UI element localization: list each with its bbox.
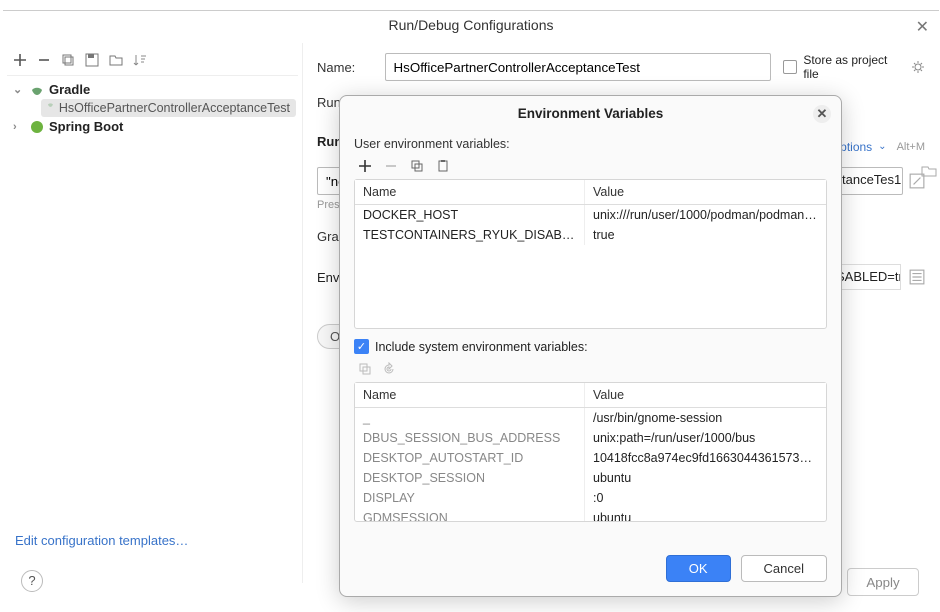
chevron-right-icon: › xyxy=(13,121,25,133)
add-icon[interactable] xyxy=(13,53,27,67)
var-name: _ xyxy=(355,408,585,428)
chevron-down-icon: ⌄ xyxy=(13,83,25,96)
var-name: DISPLAY xyxy=(355,488,585,508)
var-name[interactable]: DOCKER_HOST xyxy=(355,205,585,225)
env-dialog-title-text: Environment Variables xyxy=(518,106,664,121)
checkbox-icon xyxy=(783,60,797,74)
revert-icon[interactable] xyxy=(382,362,396,376)
folder-open-icon[interactable] xyxy=(921,163,939,179)
sort-icon[interactable] xyxy=(133,53,147,67)
copy-icon[interactable] xyxy=(61,53,75,67)
cancel-button[interactable]: Cancel xyxy=(741,555,827,582)
var-name: DESKTOP_AUTOSTART_ID xyxy=(355,448,585,468)
checkbox-checked-icon: ✓ xyxy=(354,339,369,354)
var-value: ubuntu xyxy=(585,468,826,488)
include-label: Include system environment variables: xyxy=(375,340,588,354)
tree-node-gradle-child[interactable]: HsOfficePartnerControllerAcceptanceTest xyxy=(41,99,296,117)
list-icon[interactable] xyxy=(909,269,925,285)
table-header: Name Value xyxy=(355,383,826,408)
folder-icon[interactable] xyxy=(109,53,123,67)
table-row[interactable]: _/usr/bin/gnome-session xyxy=(355,408,826,428)
user-vars-toolbar xyxy=(354,157,827,179)
var-value[interactable]: true xyxy=(585,225,826,245)
dialog-title-text: Run/Debug Configurations xyxy=(389,17,554,33)
store-as-project-file[interactable]: Store as project file xyxy=(783,53,925,81)
ok-button[interactable]: OK xyxy=(666,555,731,582)
name-label: Name: xyxy=(317,60,373,75)
gradle-icon xyxy=(47,101,54,115)
table-row[interactable]: TESTCONTAINERS_RYUK_DISABLED true xyxy=(355,225,826,245)
close-icon[interactable]: ✕ xyxy=(916,17,929,37)
tree-node-gradle[interactable]: ⌄ Gradle xyxy=(9,80,296,99)
var-value: ubuntu xyxy=(585,508,826,521)
table-row[interactable]: GDMSESSIONubuntu xyxy=(355,508,826,521)
table-row[interactable]: DESKTOP_AUTOSTART_ID10418fcc8a974ec9fd16… xyxy=(355,448,826,468)
table-row[interactable]: DBUS_SESSION_BUS_ADDRESSunix:path=/run/u… xyxy=(355,428,826,448)
var-value: 10418fcc8a974ec9fd1663044361573920000… xyxy=(585,448,826,468)
name-input[interactable] xyxy=(385,53,772,81)
close-icon[interactable]: ✕ xyxy=(813,105,831,123)
col-header-name: Name xyxy=(355,180,585,204)
env-dialog-body: User environment variables: Name Value D… xyxy=(340,129,841,543)
gradle-icon xyxy=(30,83,44,97)
tree-node-spring[interactable]: › Spring Boot xyxy=(9,117,296,136)
paste-icon[interactable] xyxy=(436,159,450,173)
tasks-input-end[interactable]: tanceTes1 xyxy=(833,167,903,195)
store-label: Store as project file xyxy=(803,53,905,81)
help-button[interactable]: ? xyxy=(21,570,43,592)
table-header: Name Value xyxy=(355,180,826,205)
col-header-value: Value xyxy=(585,180,826,204)
configurations-sidebar: ⌄ Gradle HsOfficePartnerControllerAccept… xyxy=(3,43,303,583)
config-tree[interactable]: ⌄ Gradle HsOfficePartnerControllerAccept… xyxy=(7,76,298,140)
system-vars-toolbar xyxy=(354,360,827,382)
table-row[interactable]: DISPLAY:0 xyxy=(355,488,826,508)
var-value: unix:path=/run/user/1000/bus xyxy=(585,428,826,448)
var-value: /usr/bin/gnome-session xyxy=(585,408,826,428)
table-row[interactable]: DOCKER_HOST unix:///run/user/1000/podman… xyxy=(355,205,826,225)
apply-button[interactable]: Apply xyxy=(847,568,919,596)
col-header-name: Name xyxy=(355,383,585,407)
user-vars-table[interactable]: Name Value DOCKER_HOST unix:///run/user/… xyxy=(354,179,827,329)
env-dialog-footer: OK Cancel xyxy=(340,543,841,596)
env-dialog-title: Environment Variables ✕ xyxy=(340,96,841,129)
var-value[interactable]: unix:///run/user/1000/podman/podman.sock xyxy=(585,205,826,225)
tree-label-gradle: Gradle xyxy=(49,82,90,97)
shortcut-hint: Alt+M xyxy=(897,141,925,153)
tree-label-spring: Spring Boot xyxy=(49,119,123,134)
spring-boot-icon xyxy=(30,120,44,134)
name-row: Name: Store as project file xyxy=(317,53,925,81)
var-value: :0 xyxy=(585,488,826,508)
edit-configuration-templates-link[interactable]: Edit configuration templates… xyxy=(15,533,188,548)
user-vars-tbody: DOCKER_HOST unix:///run/user/1000/podman… xyxy=(355,205,826,328)
gear-icon[interactable] xyxy=(911,60,925,74)
var-name: GDMSESSION xyxy=(355,508,585,521)
tree-label-gradle-child: HsOfficePartnerControllerAcceptanceTest xyxy=(59,101,290,115)
chevron-down-icon: ⌄ xyxy=(878,141,886,152)
remove-icon[interactable] xyxy=(37,53,51,67)
system-vars-tbody: _/usr/bin/gnome-session DBUS_SESSION_BUS… xyxy=(355,408,826,521)
save-icon[interactable] xyxy=(85,53,99,67)
var-name: DESKTOP_SESSION xyxy=(355,468,585,488)
add-icon[interactable] xyxy=(358,159,372,173)
copy-icon[interactable] xyxy=(410,159,424,173)
table-row[interactable]: DESKTOP_SESSIONubuntu xyxy=(355,468,826,488)
remove-icon[interactable] xyxy=(384,159,398,173)
col-header-value: Value xyxy=(585,383,826,407)
user-vars-label: User environment variables: xyxy=(354,137,827,151)
var-name: DBUS_SESSION_BUS_ADDRESS xyxy=(355,428,585,448)
include-system-vars[interactable]: ✓ Include system environment variables: xyxy=(354,339,827,354)
copy-icon[interactable] xyxy=(358,362,372,376)
var-name[interactable]: TESTCONTAINERS_RYUK_DISABLED xyxy=(355,225,585,245)
environment-variables-dialog: Environment Variables ✕ User environment… xyxy=(339,95,842,597)
system-vars-table[interactable]: Name Value _/usr/bin/gnome-session DBUS_… xyxy=(354,382,827,522)
sidebar-toolbar xyxy=(7,49,298,76)
dialog-title: Run/Debug Configurations ✕ xyxy=(3,11,939,43)
